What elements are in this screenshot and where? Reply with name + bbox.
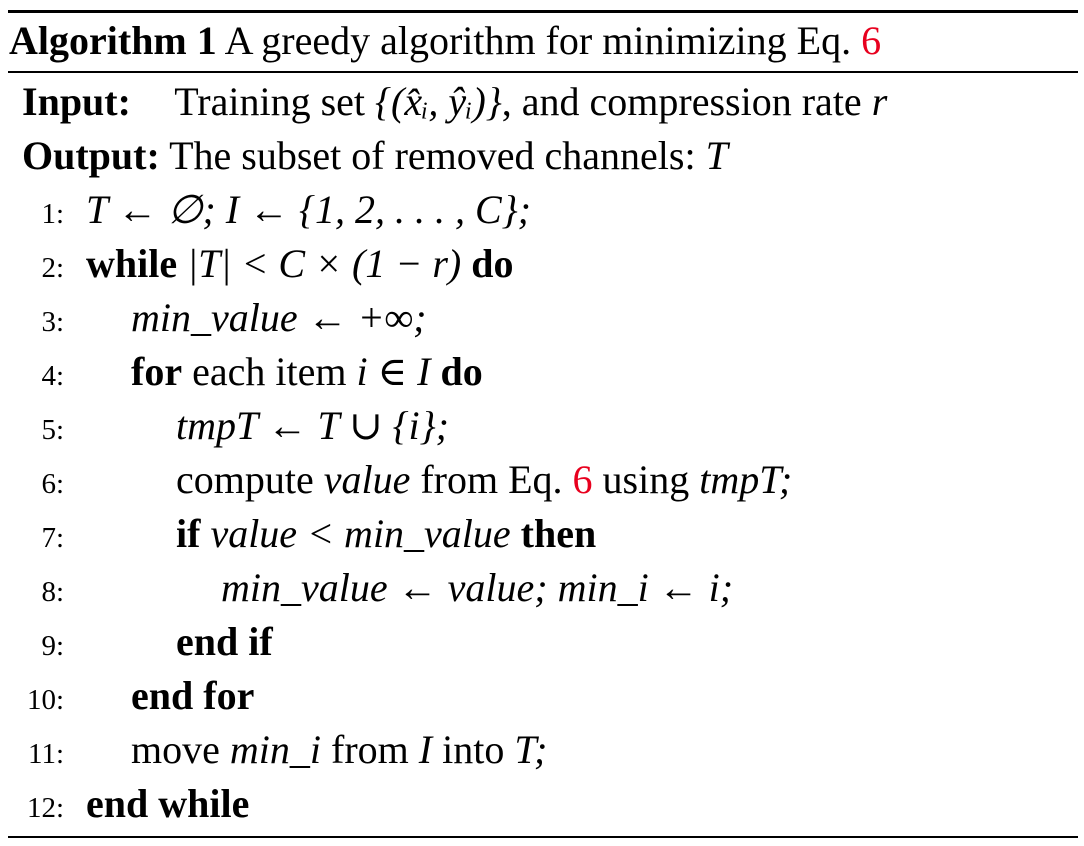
line-text: using: [602, 457, 690, 502]
t-set-variable: T;: [514, 727, 548, 772]
input-suffix: , and compression rate: [501, 79, 862, 124]
algorithm-line-10: 10: end for: [0, 669, 1084, 723]
algorithm-line-11: 11: move min_i from I into T;: [0, 723, 1084, 777]
loop-expression: i ∈ I: [356, 349, 431, 394]
input-set-expression: {(x̂ᵢ, ŷᵢ)}: [375, 79, 502, 124]
equation-reference-link[interactable]: 6: [573, 457, 593, 502]
do-keyword: do: [471, 241, 514, 286]
equation-reference-link[interactable]: 6: [861, 18, 881, 63]
algorithm-line-12: 12: end while: [0, 777, 1084, 831]
bottom-rule: [8, 836, 1078, 838]
algorithm-line-3: 3: min_value ← +∞;: [0, 291, 1084, 345]
line-text: each item: [192, 349, 347, 394]
line-number: 4:: [41, 360, 64, 392]
line-text: compute: [176, 457, 314, 502]
value-variable: value: [323, 457, 411, 502]
line-expression: ← +∞;: [307, 295, 427, 340]
caption-text: A greedy algorithm for minimizing Eq.: [224, 18, 852, 63]
line-number: 1:: [41, 198, 64, 230]
min-i-variable: min_i: [229, 727, 321, 772]
line-number: 9:: [41, 630, 64, 662]
line-number: 3:: [41, 306, 64, 338]
line-number: 11:: [28, 738, 64, 770]
line-number: 2:: [41, 252, 64, 284]
i-set-variable: I: [418, 727, 433, 772]
algorithm-line-4: 4: for each item i ∈ I do: [0, 345, 1084, 399]
end-if-keyword: end if: [176, 619, 273, 664]
do-keyword: do: [440, 349, 483, 394]
line-number: 10:: [26, 684, 64, 716]
line-text: into: [442, 727, 505, 772]
loop-condition: |T| < C × (1 − r): [187, 241, 462, 286]
input-keyword: Input:: [22, 79, 131, 124]
line-text: from Eq.: [420, 457, 563, 502]
line-text: move: [131, 727, 220, 772]
algorithm-line-7: 7: if value < min_value then: [0, 507, 1084, 561]
algorithm-line-1: 1: T ← ∅; I ← {1, 2, . . . , C};: [0, 183, 1084, 237]
input-prefix: Training set: [174, 79, 365, 124]
algorithm-label: Algorithm 1: [9, 18, 217, 63]
top-rule: [8, 10, 1078, 13]
if-keyword: if: [176, 511, 201, 556]
input-line: Input: Training set {(x̂ᵢ, ŷᵢ)}, and com…: [22, 77, 887, 127]
end-while-keyword: end while: [86, 781, 250, 826]
algorithm-line-5: 5: tmpT ← T ∪ {i};: [0, 399, 1084, 453]
algorithm-caption: Algorithm 1 A greedy algorithm for minim…: [9, 16, 881, 66]
then-keyword: then: [520, 511, 597, 556]
line-number: 8:: [41, 576, 64, 608]
algorithm-line-9: 9: end if: [0, 615, 1084, 669]
line-expression: T ← ∅; I ← {1, 2, . . . , C};: [86, 187, 531, 232]
algorithm-line-6: 6: compute value from Eq. 6 using tmpT;: [0, 453, 1084, 507]
while-keyword: while: [86, 241, 178, 286]
output-line: Output: The subset of removed channels: …: [22, 131, 728, 181]
input-rate-variable: r: [871, 79, 888, 124]
algorithm-line-2: 2: while |T| < C × (1 − r) do: [0, 237, 1084, 291]
algorithm-block: Algorithm 1 A greedy algorithm for minim…: [0, 0, 1084, 846]
end-for-keyword: end for: [131, 673, 255, 718]
line-number: 6:: [41, 468, 64, 500]
line-expression: min_value ← value; min_i ← i;: [221, 565, 734, 610]
line-number: 12:: [26, 792, 64, 824]
algorithm-line-8: 8: min_value ← value; min_i ← i;: [0, 561, 1084, 615]
min-value-variable: min_value: [131, 295, 298, 340]
line-number: 7:: [41, 522, 64, 554]
if-condition: value < min_value: [210, 511, 511, 556]
caption-rule: [8, 71, 1078, 73]
line-text: from: [331, 727, 409, 772]
for-keyword: for: [131, 349, 183, 394]
output-keyword: Output:: [22, 133, 160, 178]
output-text: The subset of removed channels:: [169, 133, 696, 178]
tmp-t-variable: tmpT;: [699, 457, 793, 502]
output-variable: T: [705, 133, 728, 178]
line-expression: tmpT ← T ∪ {i};: [176, 403, 449, 448]
line-number: 5:: [41, 414, 64, 446]
